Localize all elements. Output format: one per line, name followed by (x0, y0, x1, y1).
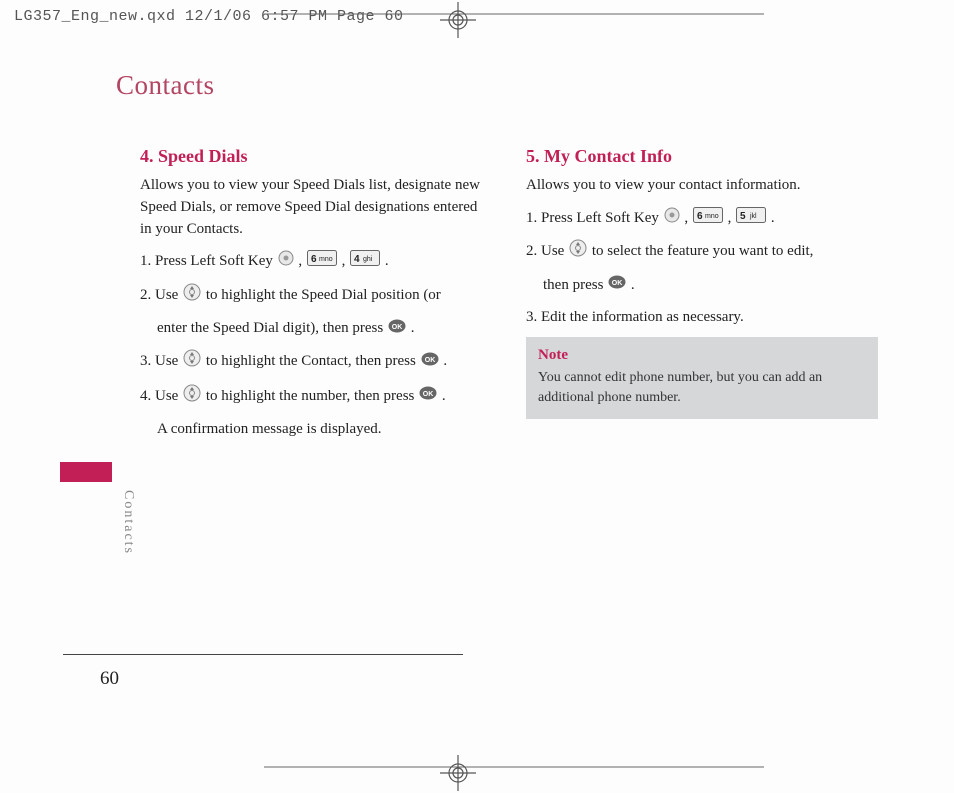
key-6-icon: 6mno (693, 207, 723, 231)
step-text: , (728, 210, 736, 226)
step-2: 2. Use to highlight the Speed Dial posit… (140, 283, 492, 309)
nav-key-icon (183, 283, 201, 309)
step-text: . (442, 388, 446, 404)
step-text: , (342, 253, 350, 269)
side-tab-marker (60, 462, 112, 482)
svg-text:OK: OK (612, 280, 623, 287)
step-text: , (298, 253, 306, 269)
svg-text:mno: mno (705, 213, 719, 220)
note-text: You cannot edit phone number, but you ca… (538, 368, 866, 407)
step-text: . (771, 210, 775, 226)
header-metadata: LG357_Eng_new.qxd 12/1/06 6:57 PM Page 6… (14, 8, 404, 25)
ok-key-icon: OK (421, 351, 439, 374)
step-text: 4. Use (140, 388, 182, 404)
ok-key-icon: OK (608, 274, 626, 297)
step-3: 3. Edit the information as necessary. (526, 306, 878, 329)
key-4-icon: 4ghi (350, 250, 380, 274)
page-number: 60 (100, 668, 119, 690)
ok-key-icon: OK (419, 385, 437, 408)
step-1: 1. Press Left Soft Key , 6mno , 4ghi . (140, 250, 492, 274)
svg-text:OK: OK (392, 324, 403, 331)
svg-text:6: 6 (697, 211, 703, 222)
svg-text:5: 5 (740, 211, 746, 222)
step-3: 3. Use to highlight the Contact, then pr… (140, 349, 492, 375)
nav-key-icon (183, 384, 201, 410)
step-2-cont: enter the Speed Dial digit), then press … (140, 317, 492, 340)
column-speed-dials: 4. Speed Dials Allows you to view your S… (140, 146, 492, 450)
svg-text:6: 6 (311, 254, 317, 265)
step-text: 3. Use (140, 353, 182, 369)
crop-marks-bottom (0, 743, 954, 773)
step-2-cont: then press OK . (526, 274, 878, 297)
svg-text:mno: mno (319, 256, 333, 263)
step-text: enter the Speed Dial digit), then press (157, 320, 387, 336)
step-1: 1. Press Left Soft Key , 6mno , 5jkl . (526, 207, 878, 231)
svg-text:jkl: jkl (749, 213, 757, 220)
column-my-contact-info: 5. My Contact Info Allows you to view yo… (526, 146, 878, 450)
svg-text:OK: OK (423, 391, 434, 398)
page-content: Contacts 4. Speed Dials Allows you to vi… (70, 70, 890, 450)
svg-text:OK: OK (424, 357, 435, 364)
footer-rule (63, 654, 463, 655)
note-title: Note (538, 347, 866, 364)
note-box: Note You cannot edit phone number, but y… (526, 337, 878, 419)
key-6-icon: 6mno (307, 250, 337, 274)
step-text: 1. Press Left Soft Key (526, 210, 663, 226)
svg-text:ghi: ghi (363, 256, 373, 263)
step-text: to highlight the number, then press (206, 388, 418, 404)
step-text: 1. Press Left Soft Key (140, 253, 277, 269)
chapter-title: Contacts (116, 70, 890, 101)
step-2: 2. Use to select the feature you want to… (526, 239, 878, 265)
registration-mark-icon (438, 0, 478, 40)
nav-key-icon (569, 239, 587, 265)
soft-key-icon (278, 250, 294, 274)
nav-key-icon (183, 349, 201, 375)
step-text: . (411, 320, 415, 336)
svg-text:4: 4 (354, 254, 360, 265)
step-text: 2. Use (140, 287, 182, 303)
step-text: . (385, 253, 389, 269)
intro-text: Allows you to view your Speed Dials list… (140, 175, 492, 240)
step-text: . (631, 277, 635, 293)
step-text: then press (543, 277, 607, 293)
section-title-my-contact: 5. My Contact Info (526, 146, 878, 167)
confirmation-text: A confirmation message is displayed. (140, 418, 492, 441)
soft-key-icon (664, 207, 680, 231)
ok-key-icon: OK (388, 318, 406, 341)
step-text: to highlight the Speed Dial position (or (206, 287, 441, 303)
step-text: . (443, 353, 447, 369)
intro-text: Allows you to view your contact informat… (526, 175, 878, 197)
step-text: , (684, 210, 692, 226)
step-text: 2. Use (526, 243, 568, 259)
step-text: to highlight the Contact, then press (206, 353, 420, 369)
registration-mark-icon (438, 753, 478, 793)
section-title-speed-dials: 4. Speed Dials (140, 146, 492, 167)
step-text: to select the feature you want to edit, (592, 243, 814, 259)
side-label: Contacts (120, 490, 136, 555)
step-4: 4. Use to highlight the number, then pre… (140, 384, 492, 410)
key-5-icon: 5jkl (736, 207, 766, 231)
